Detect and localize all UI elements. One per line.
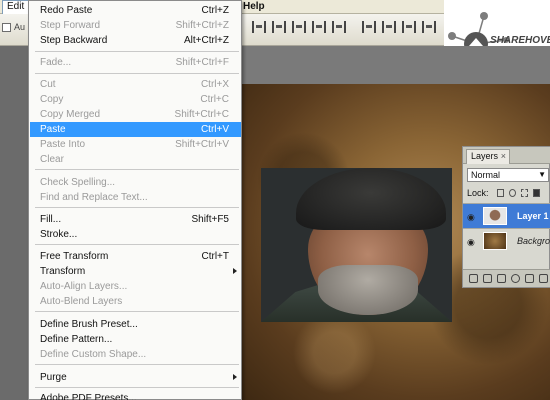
menu-item-purge[interactable]: Purge	[30, 370, 241, 385]
menu-separator	[35, 311, 239, 312]
menu-item-define-pattern[interactable]: Define Pattern...	[30, 332, 241, 347]
menu-separator	[35, 387, 239, 388]
menu-item-free-transform[interactable]: Free Transform Ctrl+T	[30, 249, 241, 264]
new-layer-icon[interactable]	[539, 274, 548, 283]
layers-panel: Layers × Normal ▼ Lock: ◉ Layer 1 ◉ Back…	[462, 146, 550, 288]
lock-row: Lock:	[467, 186, 549, 200]
distribute-top-icon[interactable]	[362, 21, 376, 33]
submenu-arrow-icon	[233, 268, 237, 274]
layer-row-layer1[interactable]: ◉ Layer 1	[463, 203, 550, 228]
menu-separator	[35, 244, 239, 245]
lock-all-icon[interactable]	[533, 189, 540, 197]
new-group-icon[interactable]	[525, 274, 534, 283]
menu-edit[interactable]: Edit	[2, 0, 30, 14]
distribute-left-icon[interactable]	[422, 21, 436, 33]
menu-item-fade[interactable]: Fade... Shift+Ctrl+F	[30, 55, 241, 70]
menu-item-copy[interactable]: Copy Ctrl+C	[30, 92, 241, 107]
menu-separator	[35, 51, 239, 52]
align-hcenter-icon[interactable]	[332, 21, 346, 33]
tab-layers-label: Layers	[471, 151, 499, 161]
align-bottom-icon[interactable]	[292, 21, 306, 33]
menu-help[interactable]: Help	[243, 0, 265, 14]
blend-mode-value: Normal	[471, 170, 501, 180]
submenu-arrow-icon	[233, 374, 237, 380]
menu-item-transform[interactable]: Transform	[30, 264, 241, 279]
auto-select-label: Au	[14, 22, 26, 32]
menu-separator	[35, 364, 239, 365]
layer-name: Layer 1	[517, 211, 549, 221]
menu-item-redo-paste[interactable]: Redo Paste Ctrl+Z	[30, 3, 241, 18]
align-top-icon[interactable]	[252, 21, 266, 33]
distribute-bottom-icon[interactable]	[402, 21, 416, 33]
menu-item-auto-blend[interactable]: Auto-Blend Layers	[30, 294, 241, 309]
logo-wordmark: SHAREHOVEL	[490, 35, 550, 46]
menu-item-stroke[interactable]: Stroke...	[30, 227, 241, 242]
auto-select-checkbox[interactable]	[2, 23, 11, 32]
menu-item-paste-into[interactable]: Paste Into Shift+Ctrl+V	[30, 137, 241, 152]
menu-item-step-forward[interactable]: Step Forward Shift+Ctrl+Z	[30, 18, 241, 33]
align-left-icon[interactable]	[312, 21, 326, 33]
lock-label: Lock:	[467, 188, 489, 198]
layer-row-background[interactable]: ◉ Backgrou	[463, 228, 550, 253]
align-vcenter-icon[interactable]	[272, 21, 286, 33]
layer-thumbnail	[483, 207, 507, 225]
menu-separator	[35, 207, 239, 208]
menu-item-define-brush[interactable]: Define Brush Preset...	[30, 317, 241, 332]
menu-item-adobe-pdf-presets[interactable]: Adobe PDF Presets...	[30, 391, 241, 400]
menu-item-clear[interactable]: Clear	[30, 152, 241, 167]
lock-transparency-icon[interactable]	[497, 189, 504, 197]
layers-footer	[463, 269, 550, 287]
lock-position-icon[interactable]	[521, 189, 528, 197]
menu-item-find-replace[interactable]: Find and Replace Text...	[30, 190, 241, 205]
menu-item-step-backward[interactable]: Step Backward Alt+Ctrl+Z	[30, 33, 241, 48]
visibility-eye-icon[interactable]: ◉	[467, 237, 475, 248]
visibility-eye-icon[interactable]: ◉	[467, 212, 475, 223]
layer-thumbnail	[483, 232, 507, 250]
chevron-down-icon: ▼	[538, 170, 546, 179]
portrait-beard	[318, 265, 418, 315]
layer-style-icon[interactable]	[483, 274, 492, 283]
close-icon[interactable]: ×	[501, 150, 506, 163]
menu-item-paste[interactable]: Paste Ctrl+V	[30, 122, 241, 137]
menu-separator	[35, 73, 239, 74]
adjustment-layer-icon[interactable]	[511, 274, 520, 283]
lock-brush-icon[interactable]	[509, 189, 516, 197]
menu-item-check-spelling[interactable]: Check Spelling...	[30, 175, 241, 190]
link-layers-icon[interactable]	[469, 274, 478, 283]
add-mask-icon[interactable]	[497, 274, 506, 283]
menu-item-auto-align[interactable]: Auto-Align Layers...	[30, 279, 241, 294]
tab-layers[interactable]: Layers ×	[466, 149, 510, 164]
blend-mode-select[interactable]: Normal ▼	[467, 168, 549, 182]
menu-item-fill[interactable]: Fill... Shift+F5	[30, 212, 241, 227]
layers-tabbar: Layers ×	[463, 147, 550, 164]
menu-item-define-custom-shape[interactable]: Define Custom Shape...	[30, 347, 241, 362]
menu-item-copy-merged[interactable]: Copy Merged Shift+Ctrl+C	[30, 107, 241, 122]
menu-item-cut[interactable]: Cut Ctrl+X	[30, 77, 241, 92]
edit-menu-dropdown: Redo Paste Ctrl+Z Step Forward Shift+Ctr…	[28, 0, 242, 400]
layer-name: Backgrou	[517, 236, 550, 246]
distribute-vcenter-icon[interactable]	[382, 21, 396, 33]
menu-separator	[35, 169, 239, 170]
